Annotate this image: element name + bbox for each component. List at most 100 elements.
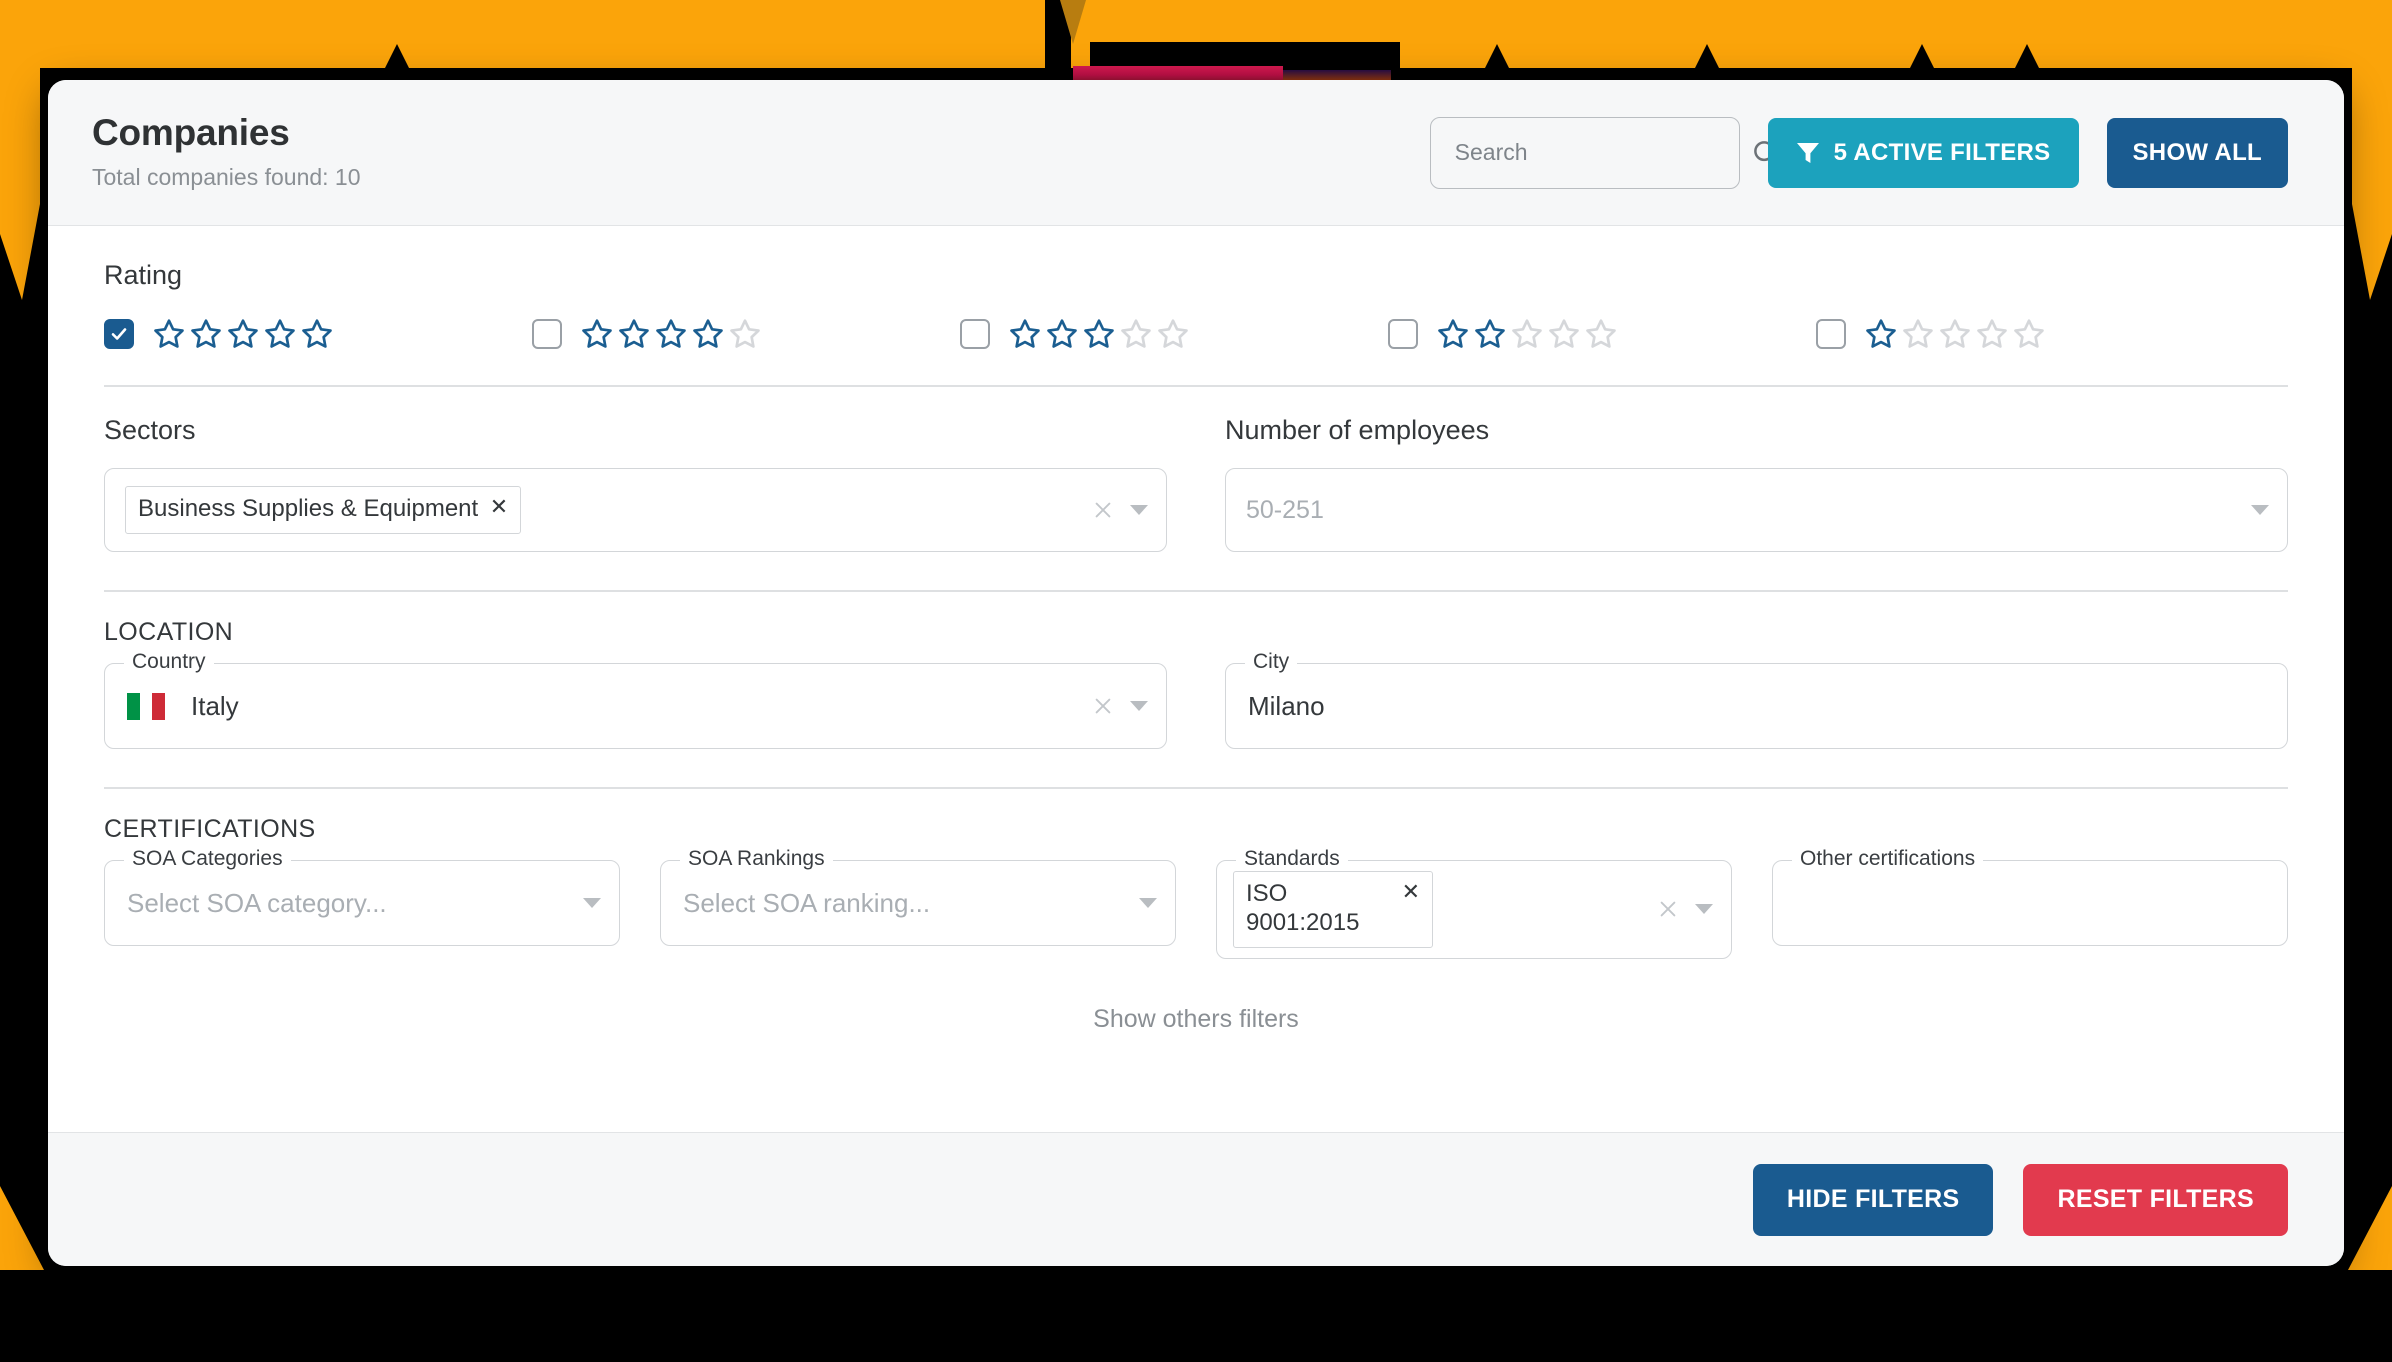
chevron-down-icon[interactable]: [1695, 904, 1713, 915]
star-icon: [154, 319, 184, 348]
rating-stars: [1864, 317, 2046, 351]
standards-select[interactable]: ISO 9001:2015 ✕: [1216, 860, 1732, 959]
star-icon: [1866, 319, 1896, 348]
search-input[interactable]: [1454, 139, 1751, 166]
star-icon: [582, 319, 612, 348]
location-row: Country Italy City Milano: [104, 650, 2288, 749]
background-orange-left: [0, 0, 40, 300]
rating-checkbox[interactable]: [532, 319, 562, 349]
employees-placeholder: 50-251: [1246, 495, 1324, 524]
hide-filters-button[interactable]: HIDE FILTERS: [1752, 1163, 1994, 1236]
show-all-button[interactable]: SHOW ALL: [2106, 117, 2288, 188]
search-box[interactable]: [1429, 116, 1779, 189]
city-field: City Milano: [1225, 650, 2288, 749]
rating-option-3-star[interactable]: [960, 317, 1388, 351]
sectors-label: Sectors: [104, 415, 196, 445]
sectors-chip-label: Business Supplies & Equipment: [138, 495, 479, 523]
check-icon: [111, 328, 127, 340]
reset-filters-button[interactable]: RESET FILTERS: [2023, 1163, 2288, 1236]
standards-chip-label: ISO 9001:2015: [1246, 880, 1360, 936]
chevron-down-icon[interactable]: [1130, 701, 1148, 711]
rating-option-2-star[interactable]: [1388, 317, 1816, 351]
star-icon: [693, 319, 723, 348]
star-icon: [1438, 319, 1468, 348]
show-all-label: SHOW ALL: [2132, 138, 2262, 166]
modal-body: Rating Sectors Business Supplies & Equip…: [48, 226, 2344, 1132]
rating-stars: [1436, 317, 1618, 351]
sectors-chip[interactable]: Business Supplies & Equipment ✕: [125, 486, 522, 534]
other-certifications-label: Other certifications: [1792, 847, 1984, 871]
soa-categories-select[interactable]: Select SOA category...: [104, 860, 620, 946]
city-value: Milano: [1248, 690, 1325, 721]
country-value: Italy: [191, 690, 239, 721]
show-others-filters-link[interactable]: Show others filters: [104, 1005, 2288, 1034]
rating-checkbox[interactable]: [960, 319, 990, 349]
active-filters-button[interactable]: 5 ACTIVE FILTERS: [1767, 117, 2079, 188]
modal-footer: HIDE FILTERS RESET FILTERS: [48, 1132, 2344, 1266]
soa-categories-actions: [583, 898, 601, 908]
standards-chip[interactable]: ISO 9001:2015 ✕: [1233, 871, 1433, 948]
results-count: Total companies found: 10: [92, 164, 361, 190]
funnel-icon: [1796, 142, 1819, 163]
star-icon: [1475, 319, 1505, 348]
employees-label: Number of employees: [1225, 415, 1490, 445]
rating-checkbox[interactable]: [1816, 319, 1846, 349]
modal-header: Companies Total companies found: 10 5 AC…: [48, 80, 2344, 226]
companies-filter-modal: Companies Total companies found: 10 5 AC…: [48, 80, 2344, 1266]
divider: [104, 590, 2288, 592]
soa-rankings-actions: [1139, 898, 1157, 908]
divider: [104, 787, 2288, 789]
star-icon: [1903, 319, 1933, 348]
star-icon: [1977, 319, 2007, 348]
country-field: Country Italy: [104, 650, 1167, 749]
country-select[interactable]: Italy: [104, 663, 1167, 749]
flag-italy-icon: [127, 692, 165, 720]
standards-actions: [1657, 898, 1713, 920]
soa-rankings-field: SOA Rankings Select SOA ranking...: [660, 847, 1176, 959]
soa-rankings-placeholder: Select SOA ranking...: [683, 887, 931, 918]
rating-stars: [1008, 317, 1190, 351]
chevron-down-icon[interactable]: [2251, 505, 2269, 515]
star-icon: [265, 319, 295, 348]
rating-checkbox[interactable]: [1388, 319, 1418, 349]
city-input[interactable]: Milano: [1225, 663, 2288, 749]
other-certifications-input[interactable]: [1772, 860, 2288, 946]
other-certifications-field: Other certifications: [1772, 847, 2288, 959]
star-icon: [1158, 319, 1188, 348]
rating-checkbox[interactable]: [104, 319, 134, 349]
sectors-field: Sectors Business Supplies & Equipment ✕: [104, 415, 1167, 552]
close-icon[interactable]: ✕: [1402, 879, 1420, 905]
sectors-select[interactable]: Business Supplies & Equipment ✕: [104, 468, 1167, 552]
clear-icon[interactable]: [1092, 695, 1114, 717]
standards-label: Standards: [1236, 847, 1348, 871]
active-filters-label: 5 ACTIVE FILTERS: [1833, 138, 2051, 166]
chevron-down-icon[interactable]: [1139, 898, 1157, 908]
chevron-down-icon[interactable]: [583, 898, 601, 908]
rating-option-1-star[interactable]: [1816, 317, 2244, 351]
rating-stars: [580, 317, 762, 351]
background-orange-bottom-left: [0, 1186, 44, 1270]
star-icon: [228, 319, 258, 348]
rating-stars: [152, 317, 334, 351]
soa-rankings-label: SOA Rankings: [680, 847, 833, 871]
rating-option-5-star[interactable]: [104, 317, 532, 351]
rating-option-4-star[interactable]: [532, 317, 960, 351]
employees-select[interactable]: 50-251: [1225, 468, 2288, 552]
soa-rankings-select[interactable]: Select SOA ranking...: [660, 860, 1176, 946]
star-icon: [1010, 319, 1040, 348]
certifications-row: SOA Categories Select SOA category... SO…: [104, 847, 2288, 959]
background-orange-right: [2352, 0, 2392, 300]
employees-field: Number of employees 50-251: [1225, 415, 2288, 552]
chevron-down-icon[interactable]: [1130, 505, 1148, 515]
sectors-actions: [1092, 499, 1148, 521]
rating-options: [104, 317, 2288, 351]
background-orange-bottom-right: [2348, 1186, 2392, 1270]
standards-field: Standards ISO 9001:2015 ✕: [1216, 847, 1732, 959]
clear-icon[interactable]: [1657, 898, 1679, 920]
star-icon: [1940, 319, 1970, 348]
close-icon[interactable]: ✕: [490, 494, 508, 520]
employees-actions: [2251, 505, 2269, 515]
star-icon: [1512, 319, 1542, 348]
clear-icon[interactable]: [1092, 499, 1114, 521]
star-icon: [191, 319, 221, 348]
